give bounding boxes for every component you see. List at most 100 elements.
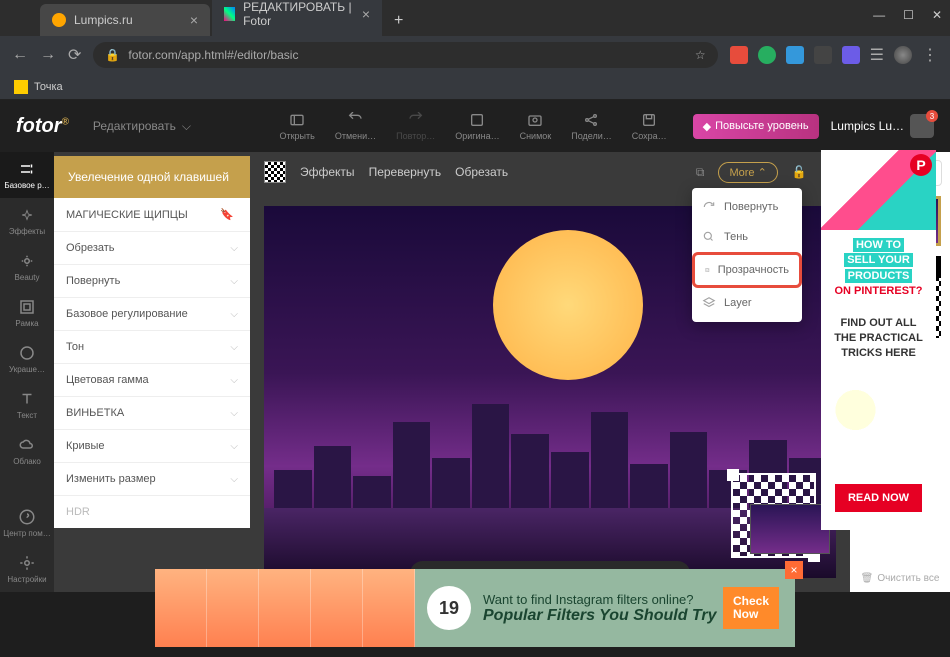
toolbar-flip[interactable]: Перевернуть [369, 165, 442, 179]
chevron-down-icon: ⌵ [230, 276, 238, 287]
profile-avatar-icon[interactable] [894, 46, 912, 64]
reading-list-icon[interactable]: ☰ [870, 45, 884, 65]
minimize-icon[interactable]: — [873, 8, 885, 22]
mode-selector[interactable]: Редактировать⌵ [93, 119, 191, 134]
nav-text[interactable]: Текст [0, 382, 54, 428]
pinterest-ad[interactable]: P HOW TO SELL YOUR PRODUCTS ON PINTEREST… [821, 150, 936, 530]
browser-tabstrip: Lumpics.ru× РЕДАКТИРОВАТЬ | Fotor × + — ☐… [0, 0, 950, 36]
chevron-down-icon: ⌵ [230, 375, 238, 386]
ad-headline: HOW TO SELL YOUR PRODUCTS ON PINTEREST? [821, 230, 936, 308]
ad-cta-button[interactable]: READ NOW [835, 484, 922, 512]
extension-icon[interactable] [842, 46, 860, 64]
lock-icon: 🔒 [105, 48, 120, 62]
extension-icon[interactable] [786, 46, 804, 64]
dropdown-layer[interactable]: Layer [692, 288, 802, 318]
extension-icon[interactable] [730, 46, 748, 64]
ad-cta-button[interactable]: CheckNow [723, 587, 779, 629]
url-text: fotor.com/app.html#/editor/basic [128, 48, 298, 62]
undo-button[interactable]: Отмени… [329, 112, 382, 141]
pinterest-icon: P [910, 154, 932, 176]
toolbar-crop[interactable]: Обрезать [455, 165, 508, 179]
ad-image [155, 569, 415, 647]
chevron-down-icon: ⌵ [230, 441, 238, 452]
upgrade-button[interactable]: ◆Повысьте уровень [693, 114, 819, 139]
nav-effects[interactable]: Эффекты [0, 198, 54, 244]
reload-icon[interactable]: ⟳ [68, 45, 81, 65]
adjustments-panel: Увелечение одной клавишей МАГИЧЕСКИЕ ЩИП… [54, 152, 250, 592]
extension-icons: ☰ ⋮ [730, 45, 938, 65]
bookmark-item[interactable]: Точка [34, 81, 63, 93]
fotor-logo[interactable]: fotor® [16, 115, 69, 138]
tab-title: РЕДАКТИРОВАТЬ | Fotor [243, 0, 354, 28]
lock-icon[interactable]: 🔓 [792, 165, 807, 179]
trash-icon: 🗑 [861, 573, 874, 584]
redo-button[interactable]: Повтор… [390, 112, 441, 141]
tab-close-icon[interactable]: × [190, 12, 198, 28]
bookmark-folder-icon [14, 80, 28, 94]
panel-item-hdr[interactable]: HDR [54, 496, 250, 528]
diamond-icon: ◆ [703, 120, 711, 133]
toolbar-effects[interactable]: Эффекты [300, 165, 355, 179]
nav-stickers[interactable]: Украше… [0, 336, 54, 382]
star-icon[interactable]: ☆ [695, 48, 706, 62]
chevron-down-icon: ⌵ [230, 474, 238, 485]
back-icon[interactable]: ← [12, 46, 28, 64]
panel-item-crop[interactable]: Обрезать⌵ [54, 232, 250, 265]
chevron-down-icon: ⌵ [182, 119, 191, 134]
browser-toolbar: ← → ⟳ 🔒 fotor.com/app.html#/editor/basic… [0, 36, 950, 74]
address-bar[interactable]: 🔒 fotor.com/app.html#/editor/basic ☆ [93, 42, 717, 68]
open-button[interactable]: Открыть [273, 112, 320, 141]
browser-tab-active[interactable]: РЕДАКТИРОВАТЬ | Fotor × [212, 0, 382, 36]
app-header: fotor® Редактировать⌵ Открыть Отмени… По… [0, 100, 950, 152]
dropdown-opacity[interactable]: Прозрачность [692, 252, 802, 288]
panel-item-color[interactable]: Цветовая гамма⌵ [54, 364, 250, 397]
copy-icon[interactable]: ⧉ [696, 165, 705, 180]
nav-basic[interactable]: Базовое р… [0, 152, 54, 198]
chevron-down-icon: ⌵ [230, 309, 238, 320]
navigator-thumbnail[interactable] [750, 504, 830, 554]
app-body: Базовое р… Эффекты Beauty Рамка Украше… … [0, 152, 950, 592]
nav-cloud[interactable]: Облако [0, 428, 54, 474]
canvas-area: Эффекты Перевернуть Обрезать ⧉ More ⌃ 🔓 … [250, 152, 850, 592]
panel-item-curves[interactable]: Кривые⌵ [54, 430, 250, 463]
nav-beauty[interactable]: Beauty [0, 244, 54, 290]
dropdown-shadow[interactable]: Тень [692, 222, 802, 252]
nav-frames[interactable]: Рамка [0, 290, 54, 336]
panel-header[interactable]: Увелечение одной клавишей [54, 156, 250, 198]
nav-help[interactable]: Центр пом… [0, 500, 54, 546]
panel-item-vignette[interactable]: ВИНЬЕТКА⌵ [54, 397, 250, 430]
panel-item-basic-adj[interactable]: Базовое регулирование⌵ [54, 298, 250, 331]
bookmarks-bar: Точка [0, 74, 950, 100]
close-icon[interactable]: ✕ [932, 8, 942, 22]
panel-item-magic[interactable]: МАГИЧЕСКИЕ ЩИПЦЫ🔖 [54, 198, 250, 232]
forward-icon[interactable]: → [40, 46, 56, 64]
extension-icon[interactable] [758, 46, 776, 64]
original-button[interactable]: Оригина… [449, 112, 505, 141]
ad-text: Want to find Instagram filters online?Po… [483, 592, 717, 625]
left-nav: Базовое р… Эффекты Beauty Рамка Украше… … [0, 152, 54, 592]
snapshot-button[interactable]: Снимок [514, 112, 558, 141]
panel-item-rotate[interactable]: Повернуть⌵ [54, 265, 250, 298]
more-button[interactable]: More ⌃ [718, 162, 777, 183]
share-button[interactable]: Подели… [565, 112, 618, 141]
maximize-icon[interactable]: ☐ [903, 8, 914, 22]
window-controls: — ☐ ✕ [873, 8, 942, 22]
panel-item-resize[interactable]: Изменить размер⌵ [54, 463, 250, 496]
clear-all-button[interactable]: 🗑Очистить все [861, 573, 940, 584]
qr-thumbnail-icon[interactable] [264, 161, 286, 183]
favicon-icon [52, 13, 66, 27]
nav-settings[interactable]: Настройки [0, 546, 54, 592]
ad-subhead: FIND OUT ALL THE PRACTICAL TRICKS HERE [821, 308, 936, 370]
avatar [910, 114, 934, 138]
user-menu[interactable]: Lumpics Lu… [831, 114, 934, 138]
ad-close-button[interactable]: × [785, 561, 803, 579]
bottom-banner-ad[interactable]: × 19 Want to find Instagram filters onli… [155, 569, 795, 647]
browser-tab[interactable]: Lumpics.ru× [40, 4, 210, 36]
new-tab-button[interactable]: + [384, 6, 413, 36]
tab-close-icon[interactable]: × [362, 6, 370, 22]
panel-item-tone[interactable]: Тон⌵ [54, 331, 250, 364]
dropdown-rotate[interactable]: Повернуть [692, 192, 802, 222]
menu-icon[interactable]: ⋮ [922, 45, 938, 65]
extension-icon[interactable] [814, 46, 832, 64]
save-button[interactable]: Сохра… [626, 112, 673, 141]
